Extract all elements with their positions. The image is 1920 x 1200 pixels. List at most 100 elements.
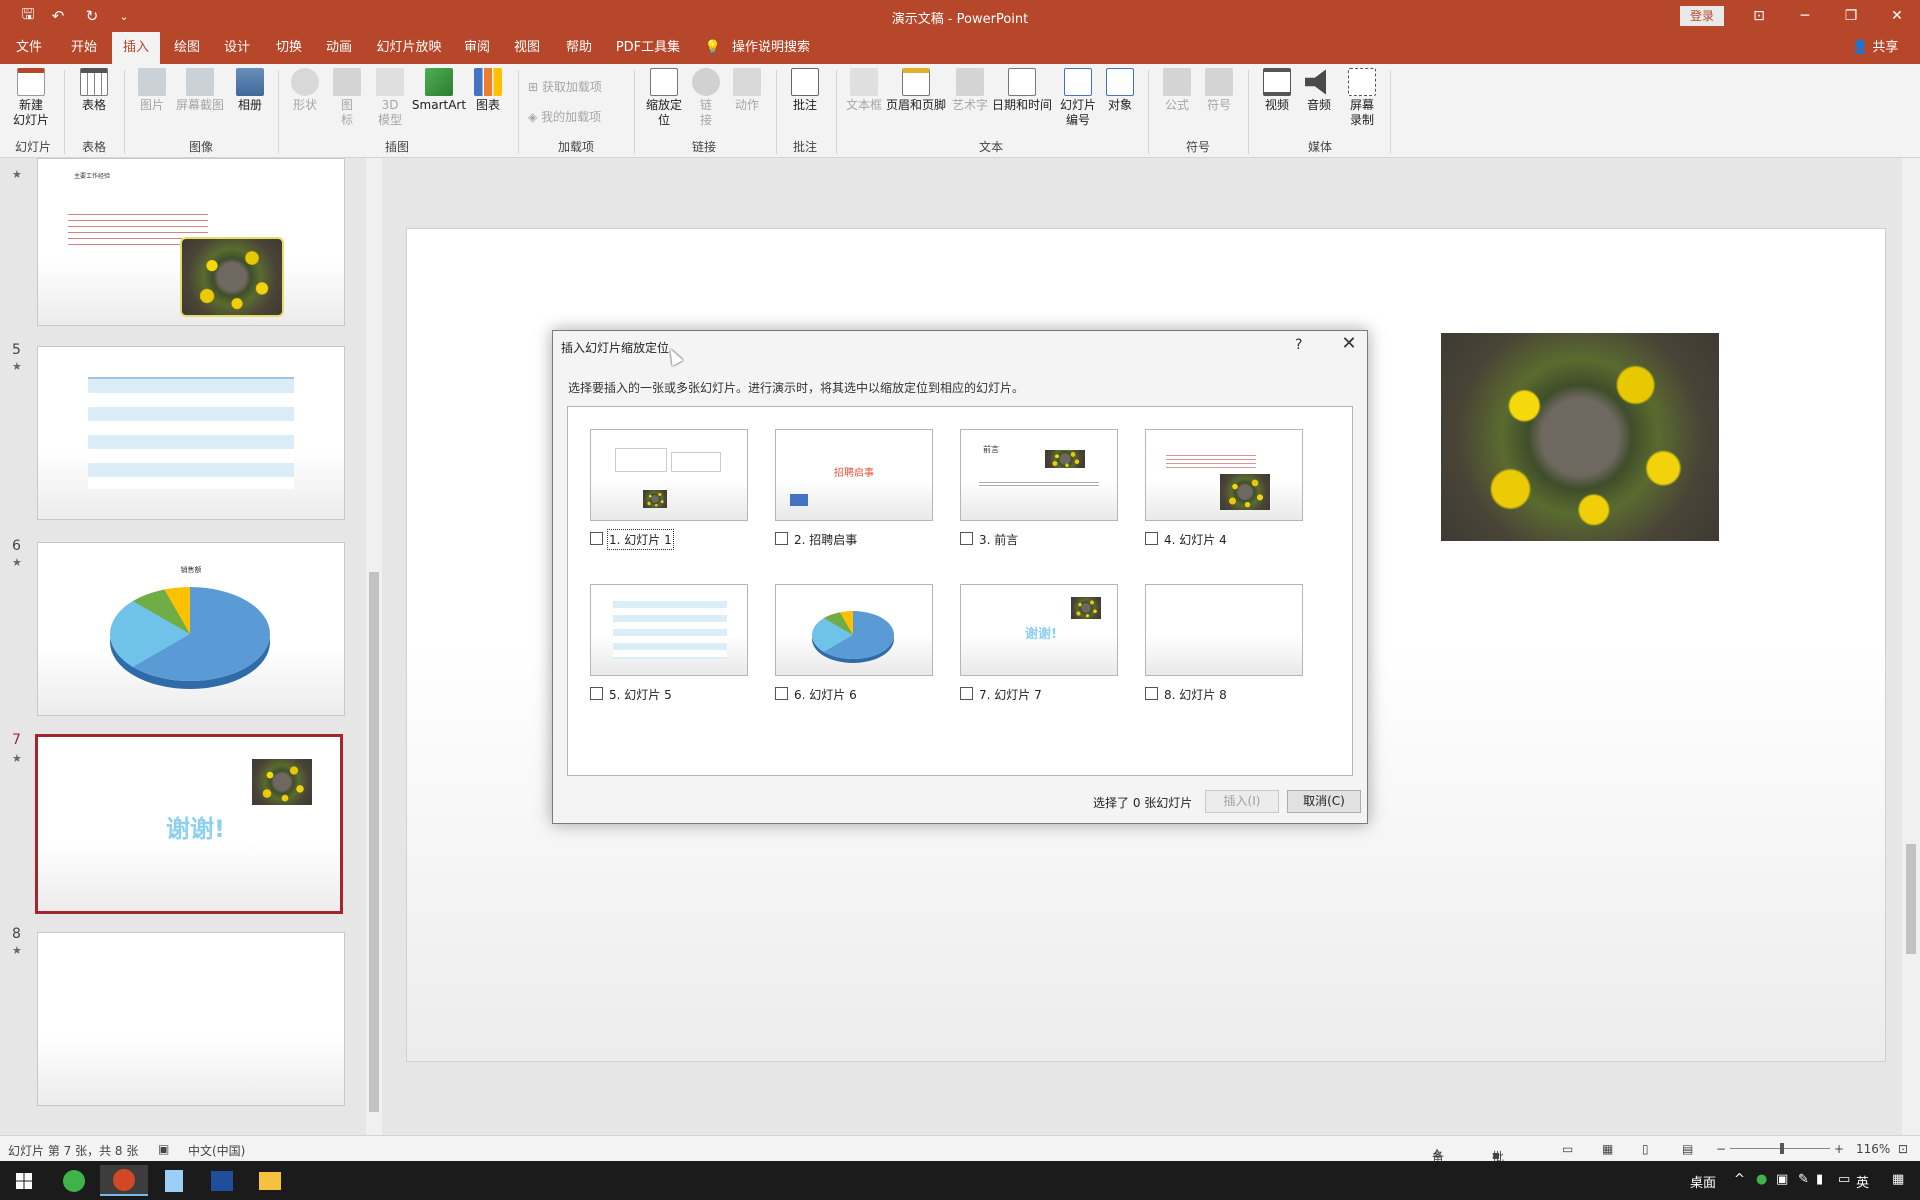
share-button[interactable]: 👤 共享 (1852, 32, 1898, 64)
slide-option-label-7[interactable]: 7. 幻灯片 7 (979, 686, 1042, 703)
network-icon[interactable]: ▭ (1838, 1172, 1850, 1187)
tray-app2-icon[interactable]: ▣ (1776, 1172, 1788, 1187)
slide-option-label-1[interactable]: 1. 幻灯片 1 (607, 529, 674, 550)
slide-option-thumb-3[interactable]: 前言 (960, 429, 1118, 521)
tab-design[interactable]: 设计 (216, 32, 258, 64)
zoom-in-button[interactable]: + (1834, 1142, 1844, 1156)
tab-review[interactable]: 审阅 (456, 32, 498, 64)
slide-option-label-5[interactable]: 5. 幻灯片 5 (609, 686, 672, 703)
tab-slideshow[interactable]: 幻灯片放映 (372, 32, 446, 64)
slide-checkbox-5[interactable] (590, 687, 603, 700)
header-footer-button[interactable]: 页眉和页脚 (884, 68, 948, 113)
screen-record-button[interactable]: 屏幕 录制 (1342, 68, 1382, 128)
zoom-button[interactable]: 缩放定 位 (640, 68, 688, 128)
zoom-out-button[interactable]: − (1716, 1142, 1726, 1156)
zoom-level[interactable]: 116% (1856, 1142, 1890, 1156)
tab-view[interactable]: 视图 (506, 32, 548, 64)
screenshot-button[interactable]: 屏幕截图 (174, 68, 226, 113)
slide-option-thumb-1[interactable] (590, 429, 748, 521)
tab-draw[interactable]: 绘图 (166, 32, 208, 64)
slide-thumbnail-6[interactable]: 销售额 (37, 542, 345, 716)
get-addins-button[interactable]: ⊞ 获取加载项 (528, 78, 602, 95)
slide-option-thumb-7[interactable]: 谢谢! (960, 584, 1118, 676)
normal-view-icon[interactable]: ▭ (1562, 1142, 1573, 1156)
minimize-button[interactable]: ─ (1782, 0, 1828, 32)
scrollbar-thumb[interactable] (1906, 844, 1916, 954)
smartart-button[interactable]: SmartArt (410, 68, 468, 113)
slide-option-label-2[interactable]: 2. 招聘启事 (794, 531, 857, 548)
textbox-button[interactable]: 文本框 (844, 68, 884, 113)
browser-icon[interactable] (50, 1165, 98, 1196)
desktop-label[interactable]: 桌面 (1690, 1172, 1716, 1191)
link-button[interactable]: 链 接 (692, 68, 720, 128)
audio-button[interactable]: 音频 (1300, 68, 1338, 113)
tell-me-search[interactable]: 操作说明搜索 (728, 32, 814, 64)
slide-number-button[interactable]: 幻灯片 编号 (1056, 68, 1100, 128)
zoom-slider-thumb[interactable] (1780, 1143, 1784, 1154)
slide-photo[interactable] (1441, 333, 1719, 541)
powerpoint-taskbar-icon[interactable] (100, 1165, 148, 1196)
cancel-button[interactable]: 取消(C) (1287, 790, 1361, 813)
comment-button[interactable]: 批注 (786, 68, 824, 113)
help-icon[interactable]: ? (1295, 337, 1302, 353)
ime-mode-icon[interactable]: ▦ (1892, 1172, 1904, 1187)
slide-checkbox-6[interactable] (775, 687, 788, 700)
tab-help[interactable]: 帮助 (558, 32, 600, 64)
ime-indicator[interactable]: 英 (1856, 1172, 1869, 1191)
picture-button[interactable]: 图片 (134, 68, 170, 113)
slide-option-thumb-5[interactable] (590, 584, 748, 676)
slide-checkbox-4[interactable] (1145, 532, 1158, 545)
restore-button[interactable]: ❐ (1828, 0, 1874, 32)
object-button[interactable]: 对象 (1102, 68, 1138, 113)
slide-option-label-8[interactable]: 8. 幻灯片 8 (1164, 686, 1227, 703)
album-button[interactable]: 相册 (230, 68, 270, 113)
slide-thumbnail-7[interactable]: 谢谢! (35, 734, 343, 914)
notepad-icon[interactable] (150, 1165, 198, 1196)
tab-pdf-tools[interactable]: PDF工具集 (614, 32, 682, 64)
tab-file[interactable]: 文件 (8, 32, 50, 64)
close-window-button[interactable]: ✕ (1874, 0, 1920, 32)
show-hidden-icons[interactable]: ^ (1734, 1172, 1745, 1187)
windows-start-icon[interactable] (0, 1165, 48, 1196)
chart-button[interactable]: 图表 (470, 68, 506, 113)
slide-sorter-icon[interactable]: ▦ (1602, 1142, 1613, 1156)
table-button[interactable]: 表格 (74, 68, 114, 113)
scrollbar-thumb[interactable] (369, 572, 379, 1112)
slide-checkbox-2[interactable] (775, 532, 788, 545)
new-slide-button[interactable]: 新建 幻灯片 (6, 68, 56, 128)
slide-checkbox-7[interactable] (960, 687, 973, 700)
thumbnail-scrollbar[interactable] (366, 158, 382, 1135)
3d-models-button[interactable]: 3D 模型 (372, 68, 408, 128)
slide-option-label-6[interactable]: 6. 幻灯片 6 (794, 686, 857, 703)
tab-insert[interactable]: 插入 (112, 32, 160, 64)
slide-checkbox-8[interactable] (1145, 687, 1158, 700)
symbol-button[interactable]: 符号 (1202, 68, 1236, 113)
slide-option-label-4[interactable]: 4. 幻灯片 4 (1164, 531, 1227, 548)
shapes-button[interactable]: 形状 (286, 68, 324, 113)
login-button[interactable]: 登录 (1680, 6, 1724, 26)
ribbon-display-options-icon[interactable]: ⊡ (1736, 0, 1782, 32)
slide-thumbnail-5[interactable] (37, 346, 345, 520)
slide-option-thumb-4[interactable] (1145, 429, 1303, 521)
my-addins-button[interactable]: ◈ 我的加载项 (528, 108, 601, 125)
slideshow-icon[interactable]: ▤ (1682, 1142, 1693, 1156)
spellcheck-icon[interactable]: ▣ (158, 1142, 169, 1156)
slide-thumbnail-4[interactable]: 主要工作经验 (37, 158, 345, 326)
reading-view-icon[interactable]: ▯ (1642, 1142, 1649, 1156)
close-icon[interactable]: ✕ (1337, 333, 1361, 354)
microphone-icon[interactable]: ▮ (1816, 1172, 1823, 1187)
slide-option-thumb-6[interactable] (775, 584, 933, 676)
language-indicator[interactable]: 中文(中国) (188, 1142, 245, 1159)
app-icon[interactable] (198, 1165, 246, 1196)
file-explorer-icon[interactable] (246, 1165, 294, 1196)
slide-option-thumb-8[interactable] (1145, 584, 1303, 676)
slide-thumbnail-8[interactable] (37, 932, 345, 1106)
editor-scrollbar[interactable] (1902, 158, 1920, 1135)
fit-to-window-icon[interactable]: ⊡ (1898, 1142, 1908, 1156)
tab-animations[interactable]: 动画 (318, 32, 360, 64)
datetime-button[interactable]: 日期和时间 (990, 68, 1054, 113)
slide-option-label-3[interactable]: 3. 前言 (979, 531, 1018, 548)
slide-option-thumb-2[interactable]: 招聘启事 (775, 429, 933, 521)
action-button[interactable]: 动作 (728, 68, 766, 113)
tab-transitions[interactable]: 切换 (268, 32, 310, 64)
